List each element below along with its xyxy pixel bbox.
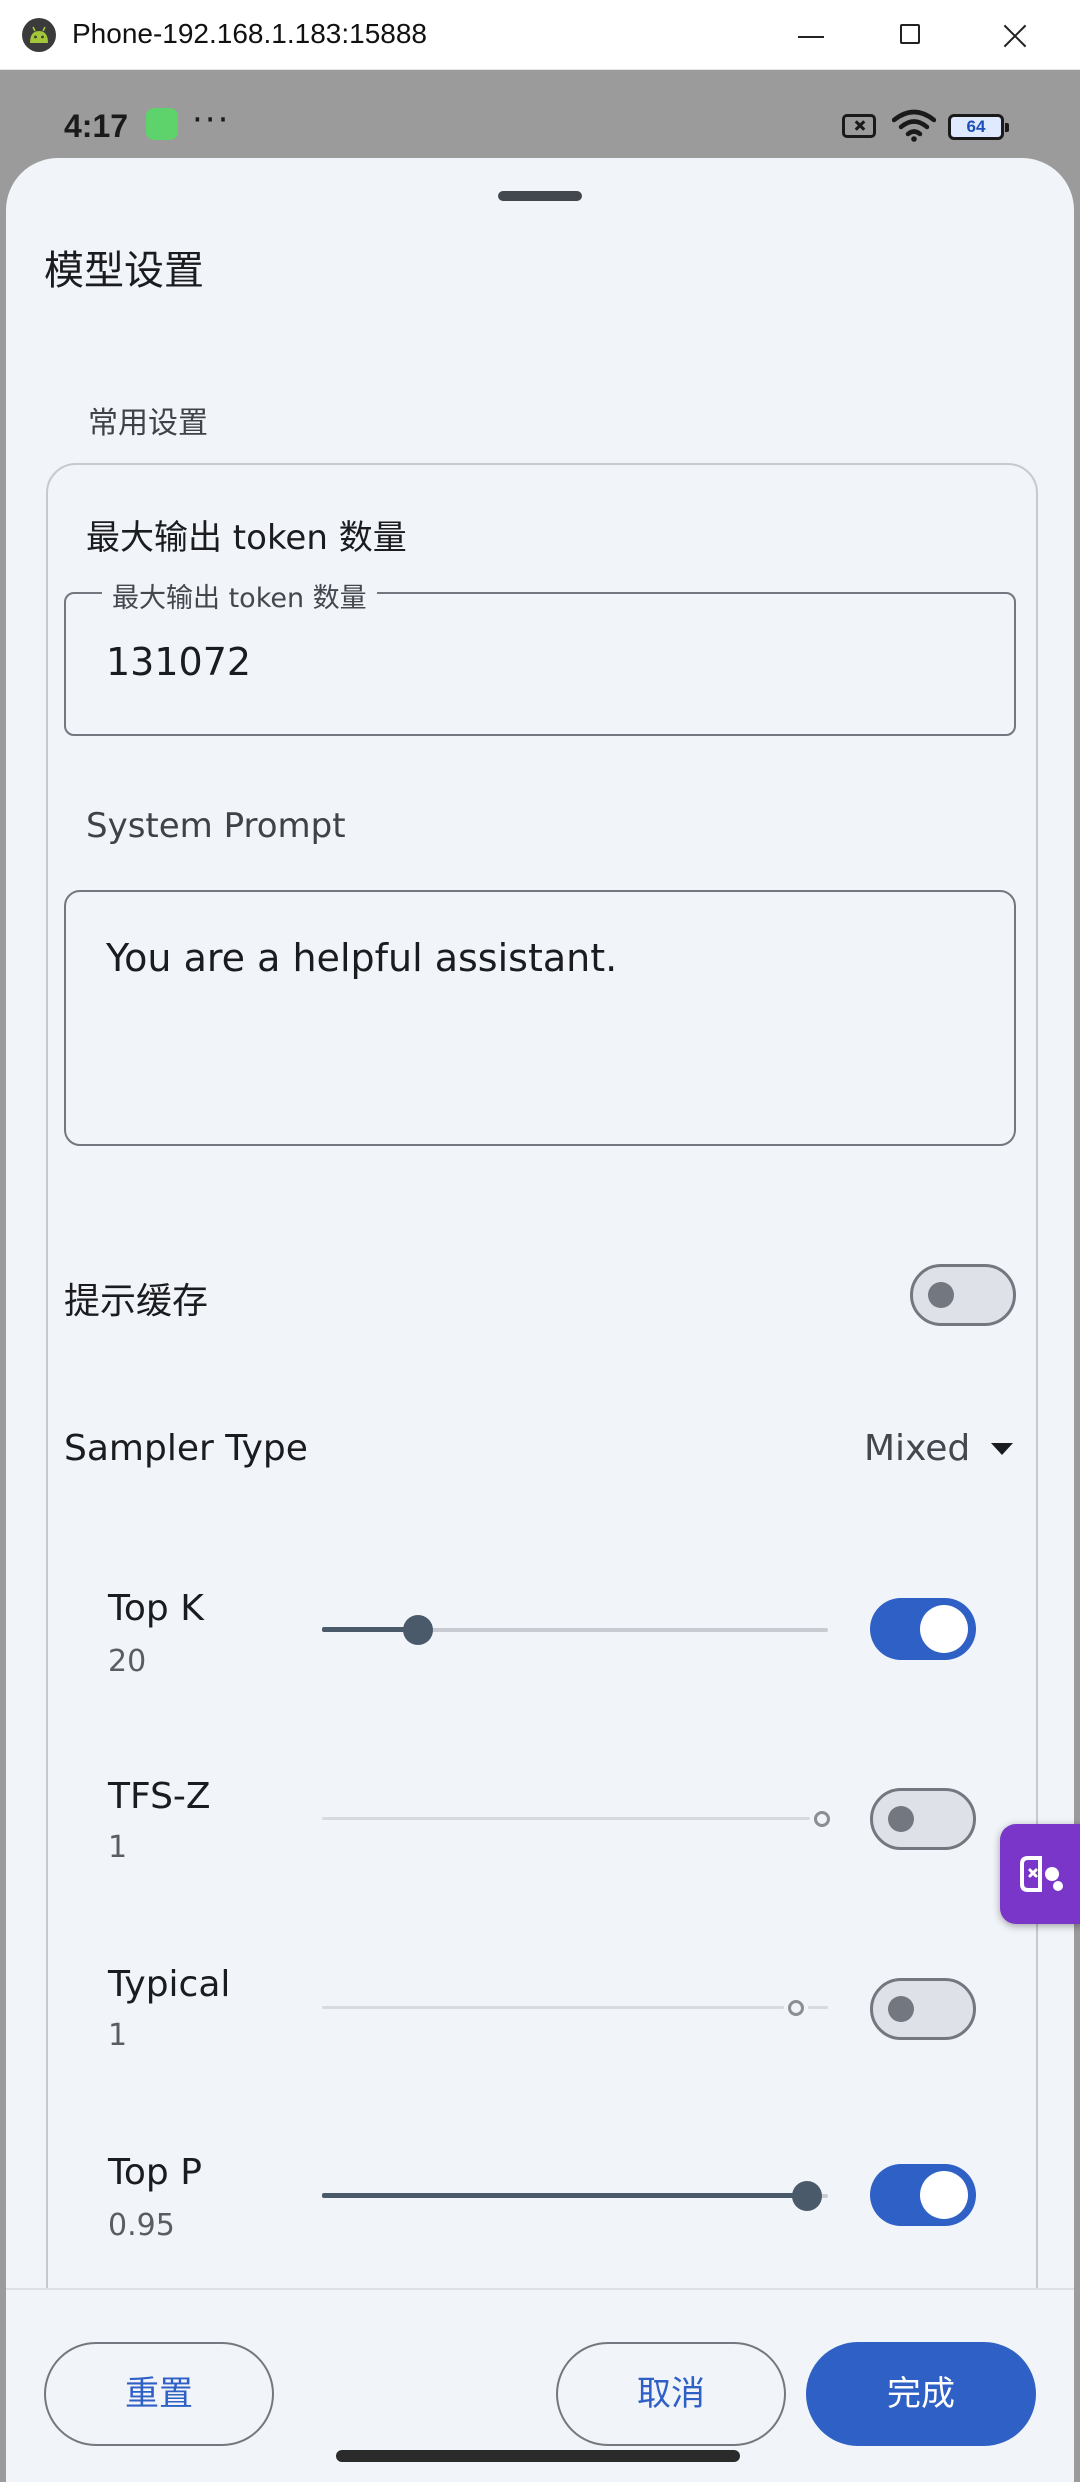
android-icon	[22, 18, 56, 52]
top-p-toggle[interactable]	[870, 2164, 976, 2226]
window-title: Phone-192.168.1.183:15888	[72, 18, 427, 49]
cancel-button[interactable]: 取消	[556, 2342, 786, 2446]
max-tokens-field-label: 最大输出 token 数量	[102, 576, 377, 615]
top-p-label: Top P	[108, 2152, 202, 2193]
max-tokens-heading: 最大输出 token 数量	[86, 518, 407, 558]
top-p-slider-thumb[interactable]	[792, 2181, 822, 2211]
sampler-type-label: Sampler Type	[64, 1428, 308, 1469]
no-sim-icon	[842, 114, 876, 138]
section-common-settings: 常用设置	[88, 406, 208, 441]
status-time: 4:17	[64, 108, 129, 144]
top-k-slider-thumb[interactable]	[403, 1615, 433, 1645]
tfs-z-value: 1	[108, 1830, 128, 1865]
typical-slider-thumb[interactable]	[788, 2000, 804, 2016]
prompt-cache-toggle[interactable]	[910, 1264, 1016, 1326]
sampler-type-dropdown[interactable]: Mixed	[864, 1428, 970, 1469]
typical-slider-track-end	[808, 2006, 828, 2009]
floating-assistant-tab[interactable]	[1000, 1824, 1080, 1924]
system-prompt-label: System Prompt	[86, 806, 346, 846]
top-k-toggle[interactable]	[870, 1598, 976, 1660]
typical-toggle[interactable]	[870, 1978, 976, 2040]
gamepad-icon	[1020, 1856, 1063, 1892]
window-title-bar: Phone-192.168.1.183:15888	[0, 0, 1080, 70]
app-notification-icon	[146, 108, 178, 140]
status-bar: 4:17 ··· 64	[0, 70, 1080, 160]
drag-handle[interactable]	[498, 191, 582, 201]
wifi-icon	[892, 109, 936, 142]
sheet-title: 模型设置	[44, 248, 204, 294]
tfs-z-slider-thumb[interactable]	[814, 1811, 830, 1827]
system-prompt-value[interactable]: You are a helpful assistant.	[106, 936, 617, 980]
close-button[interactable]	[994, 14, 1038, 58]
top-k-label: Top K	[108, 1588, 204, 1629]
battery-icon: 64	[948, 114, 1009, 140]
common-settings-card	[46, 463, 1038, 2363]
more-notifications-icon: ···	[192, 100, 231, 140]
model-settings-sheet: 模型设置 常用设置 最大输出 token 数量 最大输出 token 数量 13…	[6, 158, 1074, 2482]
top-k-value: 20	[108, 1644, 147, 1679]
maximize-button[interactable]	[888, 14, 932, 58]
typical-slider-track[interactable]	[322, 2006, 784, 2009]
minimize-button[interactable]	[790, 14, 834, 58]
prompt-cache-label: 提示缓存	[64, 1281, 209, 1322]
max-tokens-value[interactable]: 131072	[106, 640, 251, 684]
top-p-slider-active	[322, 2193, 808, 2198]
system-prompt-input[interactable]	[64, 890, 1016, 1146]
typical-value: 1	[108, 2018, 128, 2053]
gesture-nav-bar[interactable]	[336, 2450, 740, 2462]
dropdown-arrow-icon[interactable]	[991, 1443, 1013, 1455]
done-button[interactable]: 完成	[806, 2342, 1036, 2446]
top-p-value: 0.95	[108, 2208, 175, 2243]
reset-button[interactable]: 重置	[44, 2342, 274, 2446]
tfs-z-slider-track[interactable]	[322, 1817, 810, 1820]
phone-screen: 4:17 ··· 64 模型设置 常用设置 最大输出 token 数量 最大输出…	[0, 70, 1080, 2482]
tfs-z-label: TFS-Z	[108, 1776, 211, 1817]
typical-label: Typical	[108, 1964, 231, 2005]
tfs-z-toggle[interactable]	[870, 1788, 976, 1850]
